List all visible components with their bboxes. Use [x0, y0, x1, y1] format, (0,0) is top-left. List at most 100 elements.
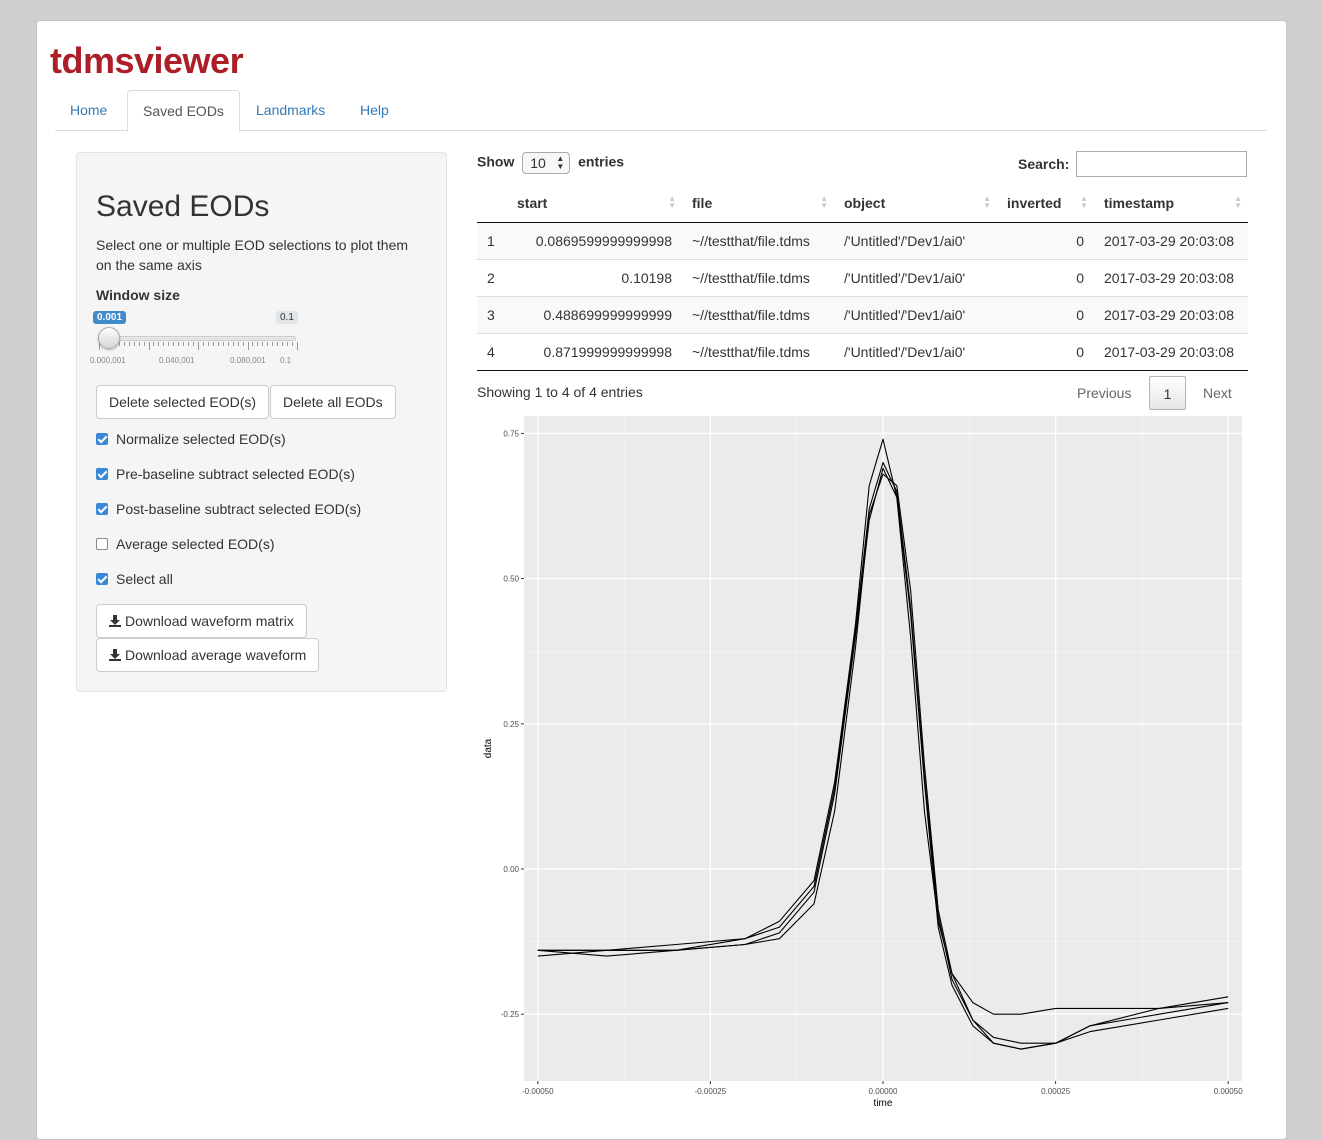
- page-length-select[interactable]: 10 ▲ ▼: [522, 152, 571, 174]
- cell-start: 0.10198: [507, 258, 682, 296]
- pre-baseline-checkbox[interactable]: Pre-baseline subtract selected EOD(s): [96, 464, 355, 484]
- table-row[interactable]: 2 0.10198 ~//testthat/file.tdms /'Untitl…: [477, 258, 1248, 296]
- app-title: tdmsviewer: [50, 40, 244, 81]
- slider-tick: [163, 342, 165, 346]
- checkbox-checked-icon[interactable]: [96, 433, 108, 445]
- delete-all-button[interactable]: Delete all EODs: [270, 385, 396, 419]
- download-matrix-button[interactable]: Download waveform matrix: [96, 604, 307, 638]
- download-average-label: Download average waveform: [125, 647, 307, 663]
- checkbox-label: Average selected EOD(s): [116, 536, 275, 552]
- checkbox-checked-icon[interactable]: [96, 468, 108, 480]
- download-matrix-label: Download waveform matrix: [125, 613, 294, 629]
- sidebar-panel: Saved EODs Select one or multiple EOD se…: [76, 152, 447, 692]
- cell-object: /'Untitled'/'Dev1/ai0': [834, 295, 997, 333]
- column-header-file[interactable]: file ▲ ▼: [682, 184, 834, 223]
- slider-tick-label: 0.080,001: [230, 356, 266, 365]
- delete-selected-button[interactable]: Delete selected EOD(s): [96, 385, 270, 419]
- cell-start: 0.871999999999998: [507, 332, 682, 371]
- cell-file: ~//testthat/file.tdms: [682, 258, 834, 296]
- slider-tick: [267, 342, 269, 346]
- x-axis-title: time: [874, 1098, 893, 1109]
- y-tick-label: -0.25: [501, 1010, 520, 1019]
- slider-tick: [123, 342, 125, 346]
- app-container: tdmsviewer Home Saved EODs Landmarks Hel…: [36, 20, 1287, 1140]
- column-header-timestamp[interactable]: timestamp ▲ ▼: [1094, 184, 1248, 223]
- post-baseline-checkbox[interactable]: Post-baseline subtract selected EOD(s): [96, 499, 361, 519]
- slider-tick: [227, 342, 229, 346]
- slider-tick-label: 0.000,001: [90, 356, 126, 365]
- cell-index: 1: [477, 221, 507, 259]
- eod-table: start ▲ ▼ file ▲ ▼ object ▲ ▼ inverted ▲ ▼ times…: [477, 184, 1248, 371]
- pagination-page-1[interactable]: 1: [1149, 376, 1186, 410]
- y-tick-label: 0.25: [503, 720, 519, 729]
- slider-tick: [168, 342, 170, 346]
- checkbox-label: Select all: [116, 571, 173, 587]
- column-header-inverted[interactable]: inverted ▲ ▼: [997, 184, 1094, 223]
- window-size-slider[interactable]: 0.001 0.1 0.000,001 0.040,001 0.080,001 …: [90, 308, 308, 368]
- sidebar-description: Select one or multiple EOD selections to…: [96, 237, 409, 273]
- slider-tick-label: 0.1: [280, 356, 292, 365]
- cell-file: ~//testthat/file.tdms: [682, 295, 834, 333]
- show-label: Show: [477, 153, 515, 170]
- slider-tick: [153, 342, 155, 346]
- slider-tick: [158, 342, 160, 346]
- y-axis-title: data: [483, 738, 494, 758]
- slider-tick: [297, 342, 298, 350]
- download-average-button[interactable]: Download average waveform: [96, 638, 320, 672]
- normalize-checkbox[interactable]: Normalize selected EOD(s): [96, 429, 286, 449]
- slider-tick: [148, 342, 150, 350]
- slider-tick: [183, 342, 185, 346]
- checkbox-checked-icon[interactable]: [96, 503, 108, 515]
- slider-tick: [143, 342, 145, 346]
- table-row[interactable]: 3 0.488699999999999 ~//testthat/file.tdm…: [477, 295, 1248, 333]
- y-tick-label: 0.75: [503, 429, 519, 438]
- tab-saved-eods[interactable]: Saved EODs: [127, 90, 240, 132]
- cell-object: /'Untitled'/'Dev1/ai0': [834, 258, 997, 296]
- slider-tick: [128, 342, 130, 346]
- pagination-next[interactable]: Next: [1203, 376, 1232, 410]
- cell-timestamp: 2017-03-29 20:03:08: [1094, 332, 1248, 371]
- slider-tick-label: 0.040,001: [159, 356, 195, 365]
- column-header-object[interactable]: object ▲ ▼: [834, 184, 997, 223]
- slider-tick: [282, 342, 284, 346]
- cell-index: 2: [477, 258, 507, 296]
- sort-icon: ▲ ▼: [1234, 194, 1242, 210]
- tab-home[interactable]: Home: [55, 90, 122, 131]
- slider-tick: [193, 342, 195, 346]
- column-header-index: [477, 184, 507, 223]
- slider-tick: [217, 342, 219, 346]
- y-tick-label: 0.00: [503, 865, 519, 874]
- slider-tick: [272, 342, 274, 346]
- checkbox-label: Post-baseline subtract selected EOD(s): [116, 501, 362, 517]
- search-input[interactable]: [1076, 151, 1247, 177]
- checkbox-checked-icon[interactable]: [96, 573, 108, 585]
- slider-tick: [202, 342, 204, 346]
- average-checkbox[interactable]: Average selected EOD(s): [96, 534, 274, 554]
- slider-tick: [178, 342, 180, 346]
- sort-icon: ▲ ▼: [1080, 194, 1088, 210]
- x-tick-label: 0.00000: [869, 1087, 898, 1096]
- tab-help[interactable]: Help: [345, 90, 404, 131]
- window-size-label: Window size: [96, 287, 180, 303]
- cell-timestamp: 2017-03-29 20:03:08: [1094, 258, 1248, 296]
- slider-tick: [138, 342, 140, 346]
- cell-index: 4: [477, 332, 507, 371]
- cell-inverted: 0: [997, 295, 1094, 333]
- slider-handle[interactable]: [98, 327, 120, 349]
- slider-tick: [292, 342, 294, 346]
- slider-tick: [173, 342, 175, 346]
- slider-tick: [198, 342, 199, 350]
- slider-track[interactable]: [98, 336, 296, 341]
- cell-timestamp: 2017-03-29 20:03:08: [1094, 295, 1248, 333]
- table-row[interactable]: 4 0.871999999999998 ~//testthat/file.tdm…: [477, 332, 1248, 371]
- slider-tick: [262, 342, 264, 346]
- x-tick-label: -0.00050: [522, 1087, 554, 1096]
- column-header-start[interactable]: start ▲ ▼: [507, 184, 682, 223]
- slider-tick: [133, 342, 135, 346]
- checkbox-unchecked-icon[interactable]: [96, 538, 108, 550]
- table-row[interactable]: 1 0.0869599999999998 ~//testthat/file.td…: [477, 221, 1248, 259]
- select-all-checkbox[interactable]: Select all: [96, 569, 173, 589]
- slider-tick: [242, 342, 244, 346]
- tab-landmarks[interactable]: Landmarks: [241, 90, 340, 131]
- pagination-previous[interactable]: Previous: [1077, 376, 1131, 410]
